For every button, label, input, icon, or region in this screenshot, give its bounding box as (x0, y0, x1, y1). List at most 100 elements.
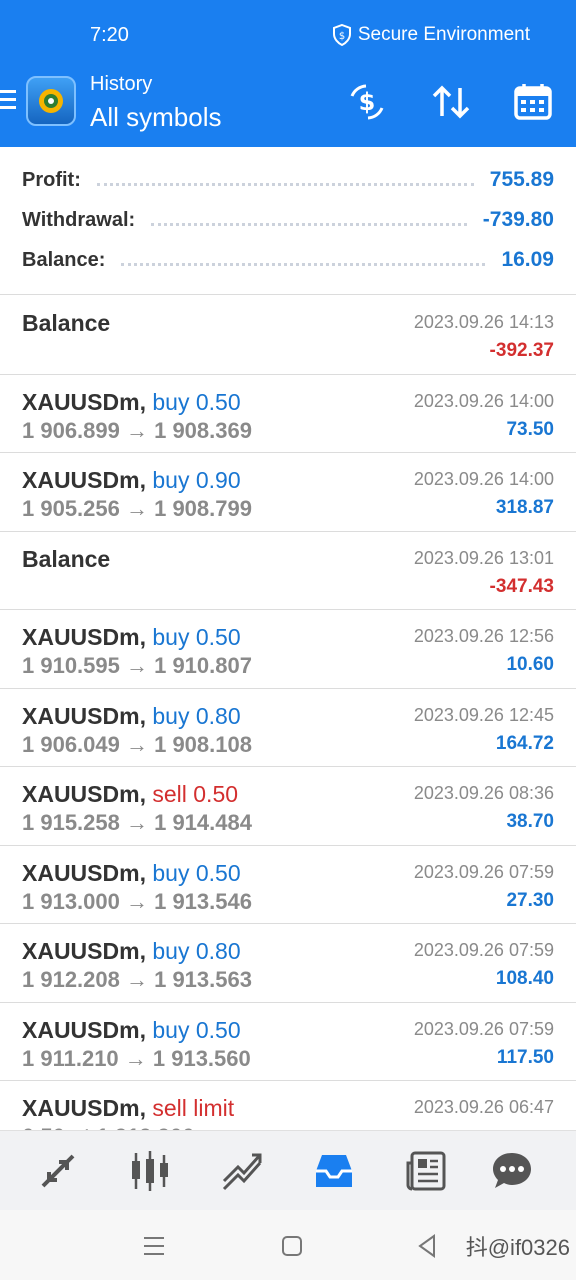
tab-trade[interactable] (218, 1147, 266, 1195)
deal-prices: 1 906.049 → 1 908.108 (22, 731, 252, 757)
volume-text: 0.50 (195, 388, 241, 415)
app-logo (26, 76, 76, 126)
app-header: 7:20 $ Secure Environment History All sy… (0, 0, 576, 147)
back-icon[interactable] (414, 1232, 442, 1260)
volume-text: 0.50 (195, 859, 241, 886)
deal-side: buy 0.50 (146, 388, 241, 415)
tab-news[interactable] (402, 1147, 450, 1195)
deal-profit: 108.40 (495, 968, 554, 989)
profit-row: Profit: 755.89 (22, 165, 554, 195)
deal-side: buy 0.50 (146, 624, 241, 650)
deal-profit: 10.60 (506, 654, 554, 675)
deal-side: buy 0.90 (146, 467, 241, 493)
deal-side: sell 0.50 (146, 781, 238, 807)
symbol-text: XAUUSDm, (22, 1016, 146, 1043)
deal-date: 2023.09.26 07:59 (413, 1018, 554, 1039)
secure-label: Secure Environment (357, 24, 530, 45)
deal-side: buy 0.50 (146, 1016, 240, 1043)
bottom-tab-bar (0, 1130, 576, 1210)
deal-prices: 1 910.595 → 1 910.807 (22, 653, 252, 678)
volume-text: 0.90 (195, 467, 241, 493)
symbol-text: XAUUSDm, (22, 781, 146, 807)
shield-icon: $ (332, 24, 351, 46)
status-time: 7:20 (90, 24, 129, 46)
deal-symbol: XAUUSDm, buy 0.50 (22, 624, 241, 651)
side-text: buy (152, 467, 190, 493)
side-text: buy (152, 624, 190, 650)
deal-symbol: XAUUSDm, sell limit (22, 1095, 234, 1122)
deal-prices: 1 911.210 → 1 913.560 (22, 1045, 251, 1071)
balance-label: Balance: (22, 248, 106, 271)
tab-history[interactable] (310, 1147, 358, 1195)
symbol-text: XAUUSDm, (22, 859, 146, 886)
deal-prices: 1 912.208 → 1 913.563 (22, 967, 252, 992)
tab-quotes[interactable] (34, 1147, 82, 1195)
side-text: buy (152, 1016, 190, 1043)
symbol-text: XAUUSDm, (22, 938, 146, 964)
tab-chart[interactable] (126, 1147, 174, 1195)
recents-icon[interactable] (140, 1232, 168, 1260)
deal-row[interactable]: XAUUSDm, buy 0.80 1 912.208 → 1 913.563 20… (0, 924, 576, 1003)
deal-row[interactable]: XAUUSDm, buy 0.50 1 913.000 → 1 913.546 20… (0, 846, 576, 924)
deal-row[interactable]: XAUUSDm, buy 0.50 1 910.595 → 1 910.807 20… (0, 610, 576, 689)
symbol-text: Balance (22, 310, 111, 336)
deal-side: buy 0.50 (146, 859, 241, 886)
withdrawal-value: -739.80 (482, 208, 554, 231)
deal-profit: -392.37 (489, 340, 554, 361)
deal-row[interactable]: XAUUSDm, sell 0.50 1 915.258 → 1 914.484 2… (0, 767, 576, 846)
symbol-text: XAUUSDm, (22, 388, 146, 415)
deal-prices: 1 913.000 → 1 913.546 (22, 888, 252, 914)
menu-icon[interactable] (0, 90, 16, 112)
deposit-icon[interactable]: $ (346, 82, 388, 122)
withdrawal-row: Withdrawal: -739.80 (22, 205, 554, 235)
balance-value: 16.09 (501, 248, 554, 271)
deal-symbol: XAUUSDm, buy 0.80 (22, 938, 241, 965)
deal-row[interactable]: XAUUSDm, buy 0.50 1 911.210 → 1 913.560 20… (0, 1003, 576, 1081)
volume-text: 0.50 (193, 781, 239, 807)
page-title[interactable]: All symbols (90, 102, 221, 133)
side-text: buy (152, 938, 190, 964)
home-icon[interactable] (278, 1232, 306, 1260)
system-nav-bar: 抖@if0326 (0, 1210, 576, 1280)
deal-date: 2023.09.26 07:59 (413, 940, 554, 960)
side-text: buy (152, 702, 190, 729)
deal-date: 2023.09.26 06:47 (413, 1097, 554, 1117)
tab-chat[interactable] (488, 1147, 536, 1195)
deal-profit: 27.30 (506, 889, 554, 911)
deal-symbol: Balance (22, 310, 110, 337)
sort-icon[interactable] (430, 82, 472, 122)
withdrawal-label: Withdrawal: (22, 208, 136, 231)
symbol-text: XAUUSDm, (22, 624, 146, 650)
deal-symbol: XAUUSDm, sell 0.50 (22, 781, 238, 808)
symbol-text: XAUUSDm, (22, 467, 146, 493)
deal-date: 2023.09.26 14:00 (413, 390, 554, 411)
deal-symbol: Balance (22, 546, 110, 573)
deal-row[interactable]: XAUUSDm, buy 0.50 1 906.899 → 1 908.369 20… (0, 375, 576, 453)
profit-label: Profit: (22, 168, 81, 191)
balance-row-item[interactable]: Balance 2023.09.26 13:01 -347.43 (0, 532, 576, 610)
deal-symbol: XAUUSDm, buy 0.50 (22, 860, 241, 887)
chart-icon (132, 1151, 168, 1191)
volume-text: 0.50 (195, 624, 241, 650)
deal-row[interactable]: XAUUSDm, buy 0.90 1 905.256 → 1 908.799 20… (0, 453, 576, 532)
deal-symbol: XAUUSDm, buy 0.50 (22, 1017, 241, 1044)
chat-icon (493, 1153, 531, 1188)
deal-side: buy 0.80 (146, 938, 240, 964)
side-text: sell limit (152, 1095, 235, 1121)
deal-symbol: XAUUSDm, buy 0.50 (22, 389, 241, 416)
symbol-text: XAUUSDm, (22, 1095, 146, 1121)
watermark: 抖@if0326 (465, 1235, 570, 1260)
deal-prices: 1 906.899 → 1 908.369 (22, 417, 252, 443)
side-text: buy (152, 859, 190, 886)
calendar-icon[interactable] (512, 82, 554, 122)
deal-profit: -347.43 (489, 575, 554, 597)
profit-value: 755.89 (489, 168, 554, 191)
balance-row-item[interactable]: Balance 2023.09.26 14:13 -392.37 (0, 296, 576, 375)
deal-row[interactable]: XAUUSDm, buy 0.80 1 906.049 → 1 908.108 20… (0, 689, 576, 767)
secure-environment: $ Secure Environment (332, 24, 530, 46)
deal-profit: 73.50 (506, 418, 554, 440)
deal-date: 2023.09.26 13:01 (413, 547, 554, 568)
deal-date: 2023.09.26 07:59 (413, 861, 554, 882)
deal-date: 2023.09.26 08:36 (413, 783, 554, 803)
svg-text:$: $ (359, 88, 376, 116)
